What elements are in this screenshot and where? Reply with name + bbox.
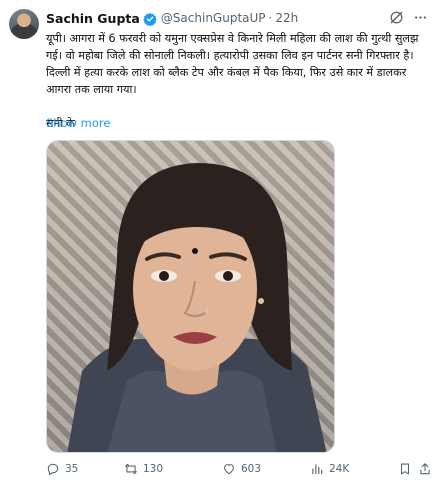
timestamp[interactable]: 22h [275, 11, 298, 25]
views-icon [312, 464, 323, 475]
tweet-text-line: यूपी। आगरा में 6 फरवरी को यमुना एक्सप्रे… [46, 32, 419, 45]
grok-icon[interactable] [388, 9, 404, 25]
like-button[interactable]: 603 [222, 462, 261, 476]
separator-dot: · [268, 11, 273, 25]
bookmark-icon [400, 463, 410, 475]
bookmark-button[interactable] [398, 462, 412, 476]
more-icon[interactable] [412, 9, 428, 25]
like-count: 603 [241, 463, 262, 475]
action-bar: 35 130 603 24K [46, 462, 430, 478]
tweet[interactable]: Sachin Gupta @SachinGuptaUP · 22h यूपी। … [0, 0, 438, 484]
reply-icon [47, 463, 59, 476]
tweet-header: Sachin Gupta @SachinGuptaUP · 22h [46, 9, 298, 27]
repost-count: 130 [143, 463, 164, 475]
share-button[interactable] [418, 462, 432, 476]
tweet-photo[interactable] [46, 140, 335, 453]
verified-badge-icon [143, 11, 157, 27]
like-icon [224, 464, 234, 475]
author-name[interactable]: Sachin Gupta [46, 11, 140, 26]
reply-button[interactable]: 35 [46, 462, 78, 476]
avatar[interactable] [9, 9, 39, 39]
views-count: 24K [329, 463, 350, 475]
views-button[interactable]: 24K [310, 462, 349, 476]
photo-illustration [67, 163, 327, 452]
repost-button[interactable]: 130 [124, 462, 163, 476]
author-handle[interactable]: @SachinGuptaUP [161, 11, 266, 25]
reply-count: 35 [65, 463, 79, 475]
tweet-text-line: दिल्ली में हत्या करके लाश को ब्लैक टेप औ… [46, 66, 407, 79]
top-actions [388, 9, 428, 25]
tweet-text-line: गई। वो महोबा जिले की सोनाली निकली। हत्या… [46, 49, 414, 62]
repost-icon [125, 463, 137, 475]
tweet-text-line: आगरा तक लाया गया। [46, 83, 137, 96]
show-more-link[interactable]: Show more [46, 116, 110, 130]
share-icon [420, 463, 430, 475]
